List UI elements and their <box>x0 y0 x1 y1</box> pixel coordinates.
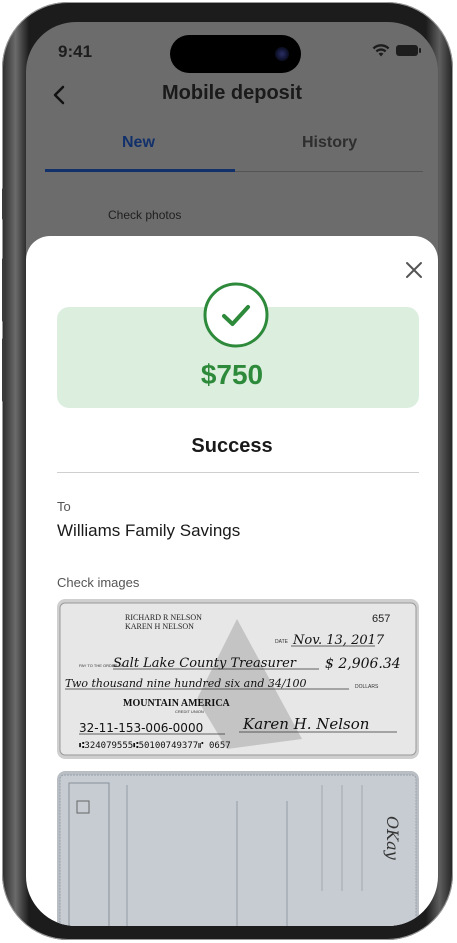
status-icons <box>372 44 421 57</box>
check-number: 657 <box>372 613 390 625</box>
payer-name-2: KAREN H NELSON <box>125 622 194 631</box>
check-photos-label: Check photos <box>108 208 182 222</box>
bank-sub: CREDIT UNION <box>175 709 204 714</box>
status-time: 9:41 <box>58 42 93 61</box>
mute-switch <box>2 188 6 220</box>
screen: 9:41 Mobile deposit New History Check ph… <box>26 22 438 926</box>
success-sheet: $750 Success To Williams Family Savings … <box>26 236 438 926</box>
date-label: DATE <box>275 639 289 645</box>
check-front-graphic: RICHARD R NELSON KAREN H NELSON 657 DATE… <box>57 599 419 759</box>
divider <box>57 472 419 473</box>
to-label: To <box>57 499 71 514</box>
memo-line: 32-11-153-006-0000 <box>79 721 203 735</box>
amount-numeric: $ 2,906.34 <box>325 656 401 672</box>
amount-words: Two thousand nine hundred six and 34/100 <box>65 677 307 690</box>
close-button[interactable] <box>404 260 424 280</box>
check-circle-icon <box>203 282 269 348</box>
wifi-icon <box>372 44 390 57</box>
close-icon <box>406 262 422 278</box>
tab-new[interactable]: New <box>122 134 155 152</box>
check-back-graphic: OKay <box>57 771 419 926</box>
deposit-amount: $750 <box>200 359 264 390</box>
to-account: Williams Family Savings <box>57 521 241 540</box>
endorsement: OKay <box>383 816 402 861</box>
page-title: Mobile deposit <box>162 82 302 104</box>
active-tab-indicator <box>45 169 235 172</box>
bank-name: MOUNTAIN AMERICA <box>123 698 231 709</box>
dollars-label: DOLLARS <box>355 684 379 690</box>
signature: Karen H. Nelson <box>242 715 369 733</box>
payer-name-1: RICHARD R NELSON <box>125 613 202 622</box>
phone-frame: 9:41 Mobile deposit New History Check ph… <box>2 2 453 940</box>
battery-icon <box>396 45 421 56</box>
micr-line: ⑆324079555⑆50100749377⑈ 0657 <box>79 741 231 751</box>
dynamic-island <box>170 35 301 73</box>
check-back-image[interactable]: OKay <box>57 771 419 926</box>
check-images-label: Check images <box>57 575 140 590</box>
volume-up-button <box>2 258 6 322</box>
volume-down-button <box>2 338 6 402</box>
check-front-image[interactable]: RICHARD R NELSON KAREN H NELSON 657 DATE… <box>57 599 419 759</box>
success-title: Success <box>191 435 273 457</box>
camera-icon <box>275 47 289 61</box>
tab-history[interactable]: History <box>302 134 357 152</box>
